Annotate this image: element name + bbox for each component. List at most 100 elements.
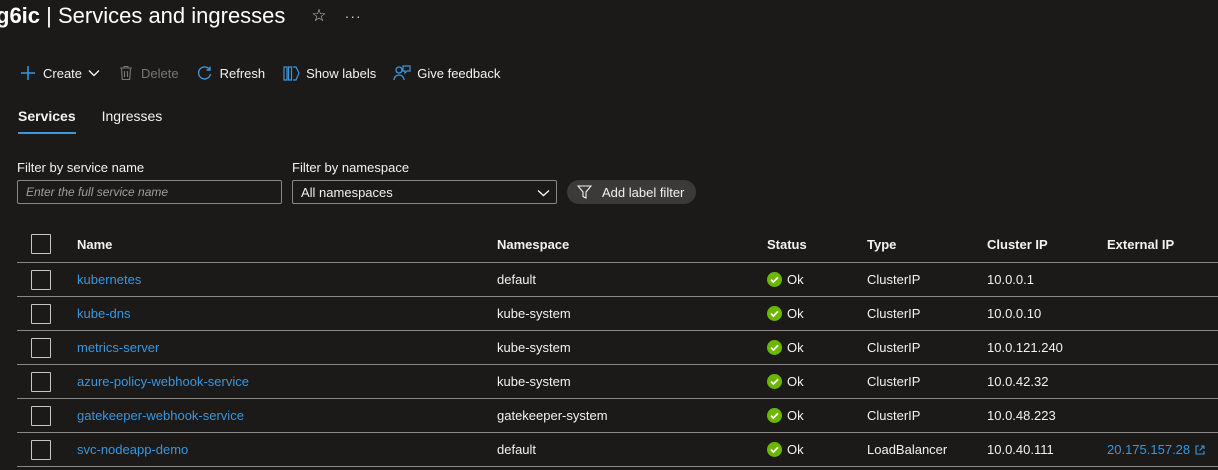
- table-row[interactable]: gatekeeper-webhook-service gatekeeper-sys…: [17, 399, 1218, 433]
- success-check-icon: [767, 272, 782, 287]
- labels-icon: [281, 63, 301, 83]
- tab-ingresses[interactable]: Ingresses: [102, 108, 163, 134]
- row-select-cell: [31, 433, 51, 466]
- success-check-icon: [767, 306, 782, 321]
- namespace-column-cell: default: [497, 263, 536, 296]
- service-name-column-cell: svc-nodeapp-demo: [77, 433, 188, 466]
- status-cell: Ok: [787, 408, 804, 423]
- cluster-ip-column-cell: 10.0.0.1: [987, 263, 1034, 296]
- add-label-filter-button[interactable]: Add label filter: [567, 180, 697, 204]
- services-table: Name Namespace Status Type Cluster IP Ex…: [17, 226, 1218, 467]
- table-row[interactable]: kubernetes default Ok ClusterIP 10.0.0.1: [17, 263, 1218, 297]
- service-name-column-cell: kubernetes: [77, 263, 141, 296]
- status-column-cell: Ok: [767, 365, 804, 398]
- row-select-cell: [31, 297, 51, 330]
- refresh-button[interactable]: Refresh: [195, 63, 265, 83]
- tab-services[interactable]: Services: [18, 108, 76, 134]
- status-column-cell: Ok: [767, 433, 804, 466]
- service-name-link[interactable]: kube-dns: [77, 306, 130, 321]
- row-checkbox[interactable]: [31, 439, 51, 460]
- cluster-ip-column-cell: 10.0.42.32: [987, 365, 1048, 398]
- column-header-status[interactable]: Status: [767, 226, 807, 262]
- column-header-namespace[interactable]: Namespace: [497, 226, 569, 262]
- namespace-filter-label: Filter by namespace: [292, 160, 410, 175]
- status-cell: Ok: [787, 306, 804, 321]
- give-feedback-button[interactable]: Give feedback: [392, 63, 500, 83]
- filter-icon: [577, 185, 592, 199]
- table-row[interactable]: svc-nodeapp-demo default Ok LoadBalancer 10.…: [17, 433, 1218, 467]
- delete-button[interactable]: Delete: [116, 63, 179, 83]
- create-label: Create: [43, 65, 83, 81]
- title-bar: g6ic | Services and ingresses ☆ ···: [0, 0, 362, 32]
- namespace-selected-value: All namespaces: [301, 184, 393, 200]
- type-cell: ClusterIP: [867, 408, 921, 423]
- service-name-link[interactable]: kubernetes: [77, 272, 141, 287]
- status-cell: Ok: [787, 442, 804, 457]
- row-checkbox[interactable]: [31, 405, 51, 426]
- delete-label: Delete: [141, 65, 179, 81]
- table-row[interactable]: metrics-server kube-system Ok ClusterIP 10.0…: [17, 331, 1218, 365]
- page-title-text: | Services and ingresses: [40, 3, 286, 28]
- row-checkbox[interactable]: [31, 269, 51, 290]
- namespace-column-cell: kube-system: [497, 331, 571, 364]
- table-header: Name Namespace Status Type Cluster IP Ex…: [17, 226, 1218, 263]
- row-checkbox[interactable]: [31, 371, 51, 392]
- type-column-cell: ClusterIP: [867, 399, 920, 432]
- resource-name: g6ic: [0, 3, 41, 28]
- namespace-cell: kube-system: [497, 374, 571, 389]
- select-all-checkbox[interactable]: [31, 234, 51, 254]
- namespace-cell: default: [497, 272, 537, 287]
- type-column-cell: LoadBalancer: [867, 433, 947, 466]
- service-name-link[interactable]: svc-nodeapp-demo: [77, 442, 188, 457]
- success-check-icon: [767, 340, 782, 355]
- chevron-down-icon: [88, 69, 100, 77]
- column-header-type[interactable]: Type: [867, 226, 896, 262]
- namespace-cell: kube-system: [497, 340, 571, 355]
- type-cell: ClusterIP: [867, 340, 921, 355]
- row-select-cell: [31, 331, 51, 364]
- service-name-link[interactable]: gatekeeper-webhook-service: [77, 408, 244, 423]
- row-checkbox[interactable]: [31, 337, 51, 358]
- create-button[interactable]: Create: [18, 63, 100, 83]
- cluster-ip-column-cell: 10.0.40.111: [987, 433, 1054, 466]
- status-cell: Ok: [787, 374, 804, 389]
- table-row[interactable]: kube-dns kube-system Ok ClusterIP 10.0.0.10: [17, 297, 1218, 331]
- type-cell: ClusterIP: [867, 374, 921, 389]
- add-label-filter-label: Add label filter: [602, 184, 685, 200]
- service-name-filter-input[interactable]: [17, 180, 282, 204]
- namespace-filter-dropdown[interactable]: All namespaces: [292, 180, 557, 204]
- status-cell: Ok: [787, 272, 804, 287]
- column-header-external-ip[interactable]: External IP: [1107, 226, 1174, 262]
- external-link-icon[interactable]: [1195, 444, 1205, 455]
- namespace-cell: kube-system: [497, 306, 571, 321]
- namespace-cell: default: [497, 442, 537, 457]
- table-row[interactable]: azure-policy-webhook-service kube-system O…: [17, 365, 1218, 399]
- trash-icon: [116, 63, 136, 83]
- page: g6ic | Services and ingresses ☆ ··· Crea…: [0, 0, 1218, 470]
- type-column-cell: ClusterIP: [867, 331, 920, 364]
- service-name-link[interactable]: metrics-server: [77, 340, 159, 355]
- namespace-cell: gatekeeper-system: [497, 408, 608, 423]
- more-icon[interactable]: ···: [345, 8, 362, 24]
- chevron-down-icon: [537, 185, 550, 200]
- row-checkbox[interactable]: [31, 303, 51, 324]
- star-icon[interactable]: ☆: [311, 6, 326, 26]
- show-labels-button[interactable]: Show labels: [281, 63, 376, 83]
- namespace-column-cell: kube-system: [497, 365, 571, 398]
- success-check-icon: [767, 374, 782, 389]
- external-ip-link[interactable]: 20.175.157.28: [1107, 442, 1190, 457]
- cluster-ip-cell: 10.0.48.223: [987, 408, 1056, 423]
- status-column-cell: Ok: [767, 297, 804, 330]
- plus-icon: [18, 63, 38, 83]
- column-header-name[interactable]: Name: [77, 226, 112, 262]
- namespace-column-cell: gatekeeper-system: [497, 399, 608, 432]
- cluster-ip-cell: 10.0.0.1: [987, 272, 1034, 287]
- cluster-ip-column-cell: 10.0.0.10: [987, 297, 1041, 330]
- service-name-link[interactable]: azure-policy-webhook-service: [77, 374, 249, 389]
- feedback-icon: [392, 63, 412, 83]
- type-column-cell: ClusterIP: [867, 297, 920, 330]
- success-check-icon: [767, 442, 782, 457]
- page-title: g6ic | Services and ingresses: [0, 3, 285, 29]
- column-header-cluster-ip[interactable]: Cluster IP: [987, 226, 1048, 262]
- type-column-cell: ClusterIP: [867, 263, 920, 296]
